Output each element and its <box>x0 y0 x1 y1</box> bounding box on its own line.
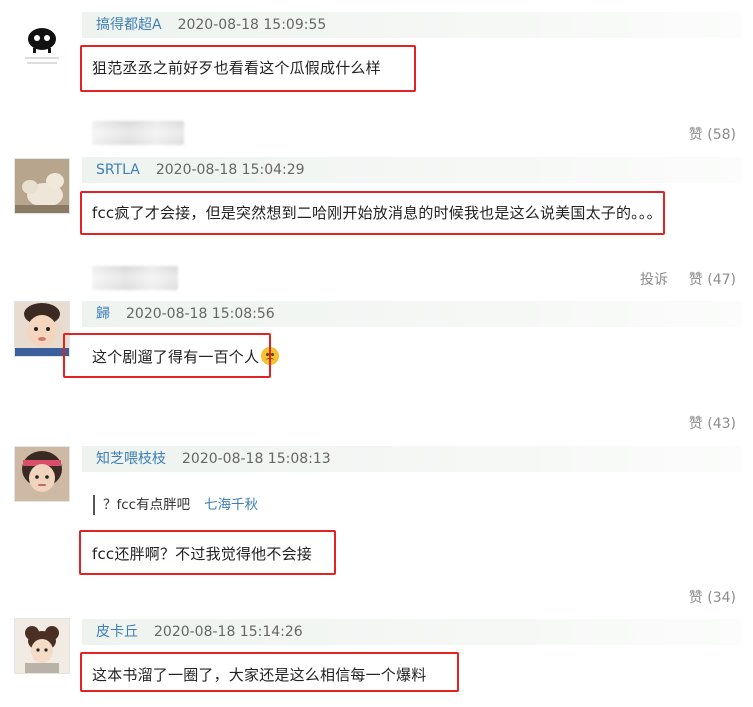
avatar[interactable] <box>14 158 70 214</box>
username[interactable]: 搞得都超A <box>96 17 162 33</box>
quoted-reply: ？fcc有点胖吧 七海千秋 <box>93 495 258 515</box>
comment-footer: 投诉 赞 (47) <box>0 266 753 296</box>
avatar[interactable] <box>14 14 70 70</box>
quote-text: ？fcc有点胖吧 <box>103 497 191 513</box>
avatar[interactable] <box>14 301 70 357</box>
like-button[interactable]: 赞 (43) <box>689 413 736 435</box>
timestamp: 2020-08-18 15:14:26 <box>154 624 303 640</box>
report-button[interactable]: 投诉 <box>640 269 668 291</box>
girl-photo-icon <box>15 447 69 501</box>
comment-text: 狙范丞丞之前好歹也看看这个瓜假成什么样 <box>92 59 381 77</box>
blurred-username <box>92 266 178 290</box>
dog-photo-icon <box>15 159 69 213</box>
like-button[interactable]: 赞 (34) <box>689 587 736 609</box>
username[interactable]: 知芝喂枝枝 <box>96 451 166 467</box>
emoji-sweat-icon <box>261 347 280 365</box>
baby-photo-icon <box>15 302 69 356</box>
comment-text: 这本书溜了一圈了，大家还是这么相信每一个爆料 <box>92 666 427 684</box>
cartoon-avatar-icon <box>25 28 59 64</box>
avatar[interactable] <box>14 446 70 502</box>
timestamp: 2020-08-18 15:09:55 <box>177 17 327 33</box>
username[interactable]: SRTLA <box>96 162 140 178</box>
comment-text-content: 这个剧遛了得有一百个人 <box>92 348 260 366</box>
quote-author[interactable]: 七海千秋 <box>204 497 258 513</box>
like-button[interactable]: 赞 (58) <box>689 124 736 146</box>
comment-meta: 知芝喂枝枝 2020-08-18 15:08:13 <box>82 446 741 472</box>
comment-meta: 皮卡丘 2020-08-18 15:14:26 <box>82 619 741 645</box>
comment-meta: SRTLA 2020-08-18 15:04:29 <box>82 157 741 183</box>
blurred-username <box>92 121 184 145</box>
comment-text: 这个剧遛了得有一百个人 <box>92 346 280 368</box>
timestamp: 2020-08-18 15:04:29 <box>155 162 305 178</box>
comment-footer: 赞 (58) <box>0 121 753 151</box>
timestamp: 2020-08-18 15:08:56 <box>126 306 275 322</box>
username[interactable]: 皮卡丘 <box>96 624 138 640</box>
comment-text: fcc还胖啊？不过我觉得他不会接 <box>92 545 312 563</box>
girl-photo-icon <box>15 619 69 673</box>
comment-footer: 赞 (34) <box>0 584 753 614</box>
timestamp: 2020-08-18 15:08:13 <box>182 451 331 467</box>
comment-footer: 赞 (43) <box>0 410 753 440</box>
comment-text: fcc疯了才会接，但是突然想到二哈刚开始放消息的时候我也是这么说美国太子的。。。 <box>92 204 662 222</box>
avatar[interactable] <box>14 618 70 674</box>
comment-meta: 歸 2020-08-18 15:08:56 <box>82 301 741 327</box>
username[interactable]: 歸 <box>96 306 110 322</box>
like-button[interactable]: 赞 (47) <box>689 269 736 291</box>
comment-meta: 搞得都超A 2020-08-18 15:09:55 <box>82 12 741 38</box>
